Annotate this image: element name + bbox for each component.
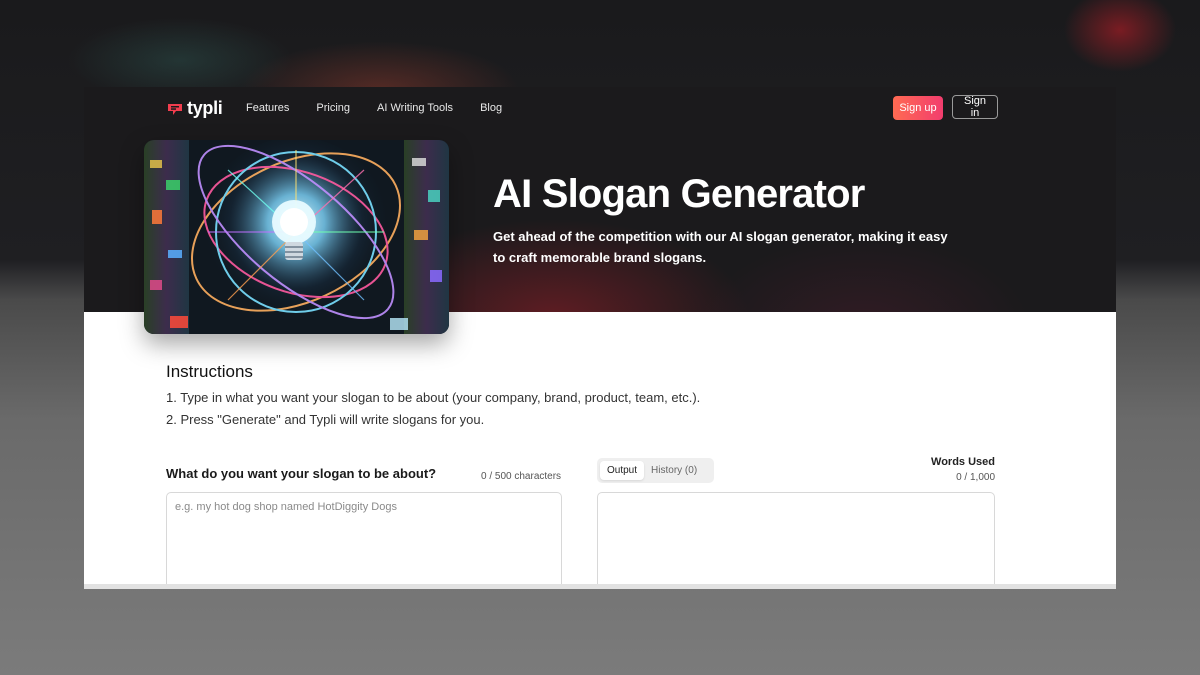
sign-in-button[interactable]: Sign in (952, 95, 998, 119)
output-tabs: Output History (0) (597, 458, 714, 483)
bottom-scroll-edge (84, 584, 1116, 589)
typli-logo-icon (168, 103, 182, 115)
sign-up-button[interactable]: Sign up (893, 96, 943, 120)
nav-item-ai-writing-tools[interactable]: AI Writing Tools (377, 101, 453, 115)
browser-viewport: typli Features Pricing AI Writing Tools … (84, 87, 1116, 589)
lightbulb-illustration (144, 140, 449, 334)
slogan-topic-label: What do you want your slogan to be about… (166, 466, 437, 481)
nav-item-features[interactable]: Features (246, 101, 289, 115)
nav-item-pricing[interactable]: Pricing (316, 101, 350, 115)
character-count: 0 / 500 characters (481, 471, 562, 482)
instruction-step-2: 2. Press "Generate" and Typli will write… (166, 412, 485, 427)
main-nav: Features Pricing AI Writing Tools Blog (246, 101, 529, 115)
tab-output[interactable]: Output (600, 461, 645, 480)
page-title: AI Slogan Generator (493, 172, 865, 216)
words-used-label: Words Used (931, 456, 995, 468)
hero-subtitle: Get ahead of the competition with our AI… (493, 229, 948, 265)
nav-item-blog[interactable]: Blog (480, 101, 502, 115)
slogan-topic-input[interactable] (166, 492, 562, 589)
output-panel (597, 492, 995, 589)
tab-history[interactable]: History (0) (644, 461, 704, 480)
typli-logo[interactable]: typli (166, 98, 223, 119)
logo-text: typli (187, 98, 223, 118)
words-used-count: 0 / 1,000 (956, 472, 995, 483)
instruction-step-1: 1. Type in what you want your slogan to … (166, 390, 701, 405)
instructions-title: Instructions (166, 362, 253, 381)
